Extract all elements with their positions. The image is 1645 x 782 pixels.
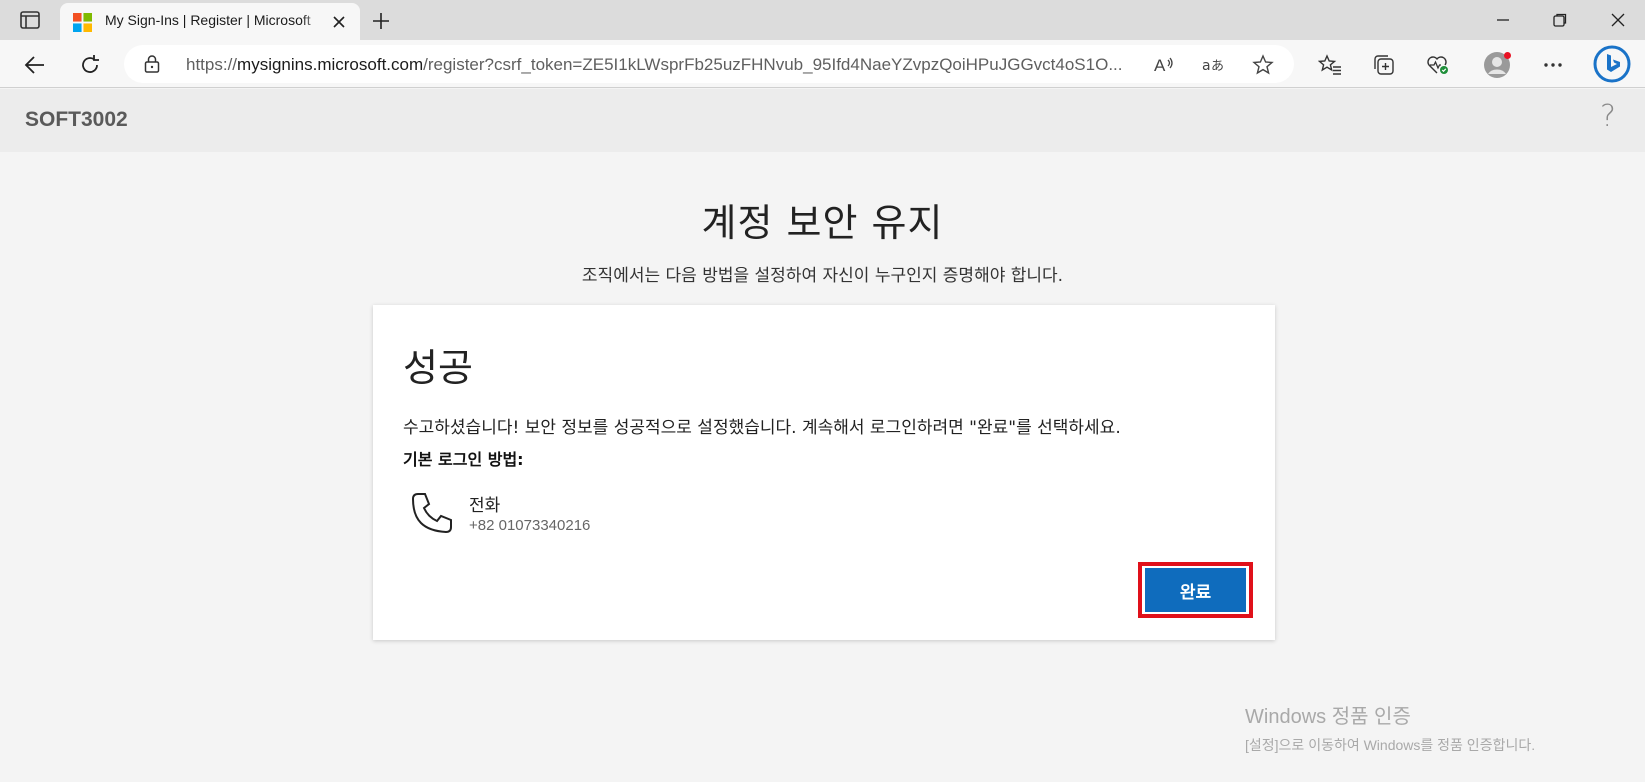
svg-text:a: a — [1202, 58, 1211, 74]
windows-activation-watermark: Windows 정품 인증 [설정]으로 이동하여 Windows를 정품 인증… — [1245, 700, 1535, 755]
help-icon[interactable]: ? — [1600, 99, 1616, 134]
page-header: SOFT3002 ? — [0, 89, 1645, 152]
done-button[interactable]: 완료 — [1145, 568, 1246, 612]
browser-essentials-icon[interactable] — [1423, 50, 1453, 80]
address-bar[interactable]: https://mysignins.microsoft.com/register… — [124, 45, 1294, 83]
lock-icon[interactable] — [144, 55, 160, 77]
card-title: 성공 — [403, 346, 473, 390]
page-subtitle: 조직에서는 다음 방법을 설정하여 자신이 누구인지 증명해야 합니다. — [581, 266, 1064, 286]
tab-actions-icon[interactable] — [14, 8, 46, 32]
new-tab-icon[interactable] — [368, 8, 394, 34]
collections-icon[interactable] — [1369, 50, 1399, 80]
page-title: 계정 보안 유지 — [701, 201, 944, 245]
tab-title: My Sign-Ins | Register | Microsoft — [105, 12, 325, 28]
svg-text:あ: あ — [1211, 59, 1224, 74]
org-name: SOFT3002 — [25, 108, 128, 131]
favorite-star-icon[interactable] — [1249, 51, 1277, 79]
translate-icon[interactable]: aあ — [1200, 51, 1228, 79]
more-options-icon[interactable] — [1538, 50, 1568, 80]
method-phone-number: +82 01073340216 — [469, 517, 591, 534]
success-card: 성공 수고하셨습니다! 보안 정보를 성공적으로 설정했습니다. 계속해서 로그… — [373, 305, 1275, 640]
close-tab-icon[interactable] — [328, 11, 350, 33]
close-window-icon[interactable] — [1603, 6, 1633, 34]
svg-text:A: A — [1154, 56, 1166, 75]
restore-icon[interactable] — [1545, 6, 1575, 34]
phone-icon — [411, 493, 452, 534]
method-name: 전화 — [469, 496, 501, 516]
bing-copilot-icon[interactable] — [1592, 44, 1632, 84]
microsoft-logo-icon — [73, 13, 92, 32]
browser-tab[interactable]: My Sign-Ins | Register | Microsoft — [60, 3, 360, 40]
url-text: https://mysignins.microsoft.com/register… — [186, 55, 1123, 74]
browser-toolbar: https://mysignins.microsoft.com/register… — [0, 40, 1645, 88]
watermark-message: [설정]으로 이동하여 Windows를 정품 인증합니다. — [1245, 737, 1536, 753]
refresh-icon[interactable] — [75, 50, 105, 80]
success-message: 수고하셨습니다! 보안 정보를 성공적으로 설정했습니다. 계속해서 로그인하려… — [403, 418, 1121, 438]
read-aloud-icon[interactable]: A — [1150, 51, 1178, 79]
tab-strip: My Sign-Ins | Register | Microsoft — [0, 0, 1645, 40]
minimize-icon[interactable] — [1488, 6, 1518, 34]
back-icon[interactable] — [20, 50, 50, 80]
notification-dot — [1504, 52, 1511, 59]
watermark-title: Windows 정품 인증 — [1245, 706, 1411, 728]
profile-avatar[interactable] — [1482, 50, 1512, 80]
default-method-label: 기본 로그인 방법: — [403, 450, 524, 469]
favorites-icon[interactable] — [1315, 50, 1345, 80]
